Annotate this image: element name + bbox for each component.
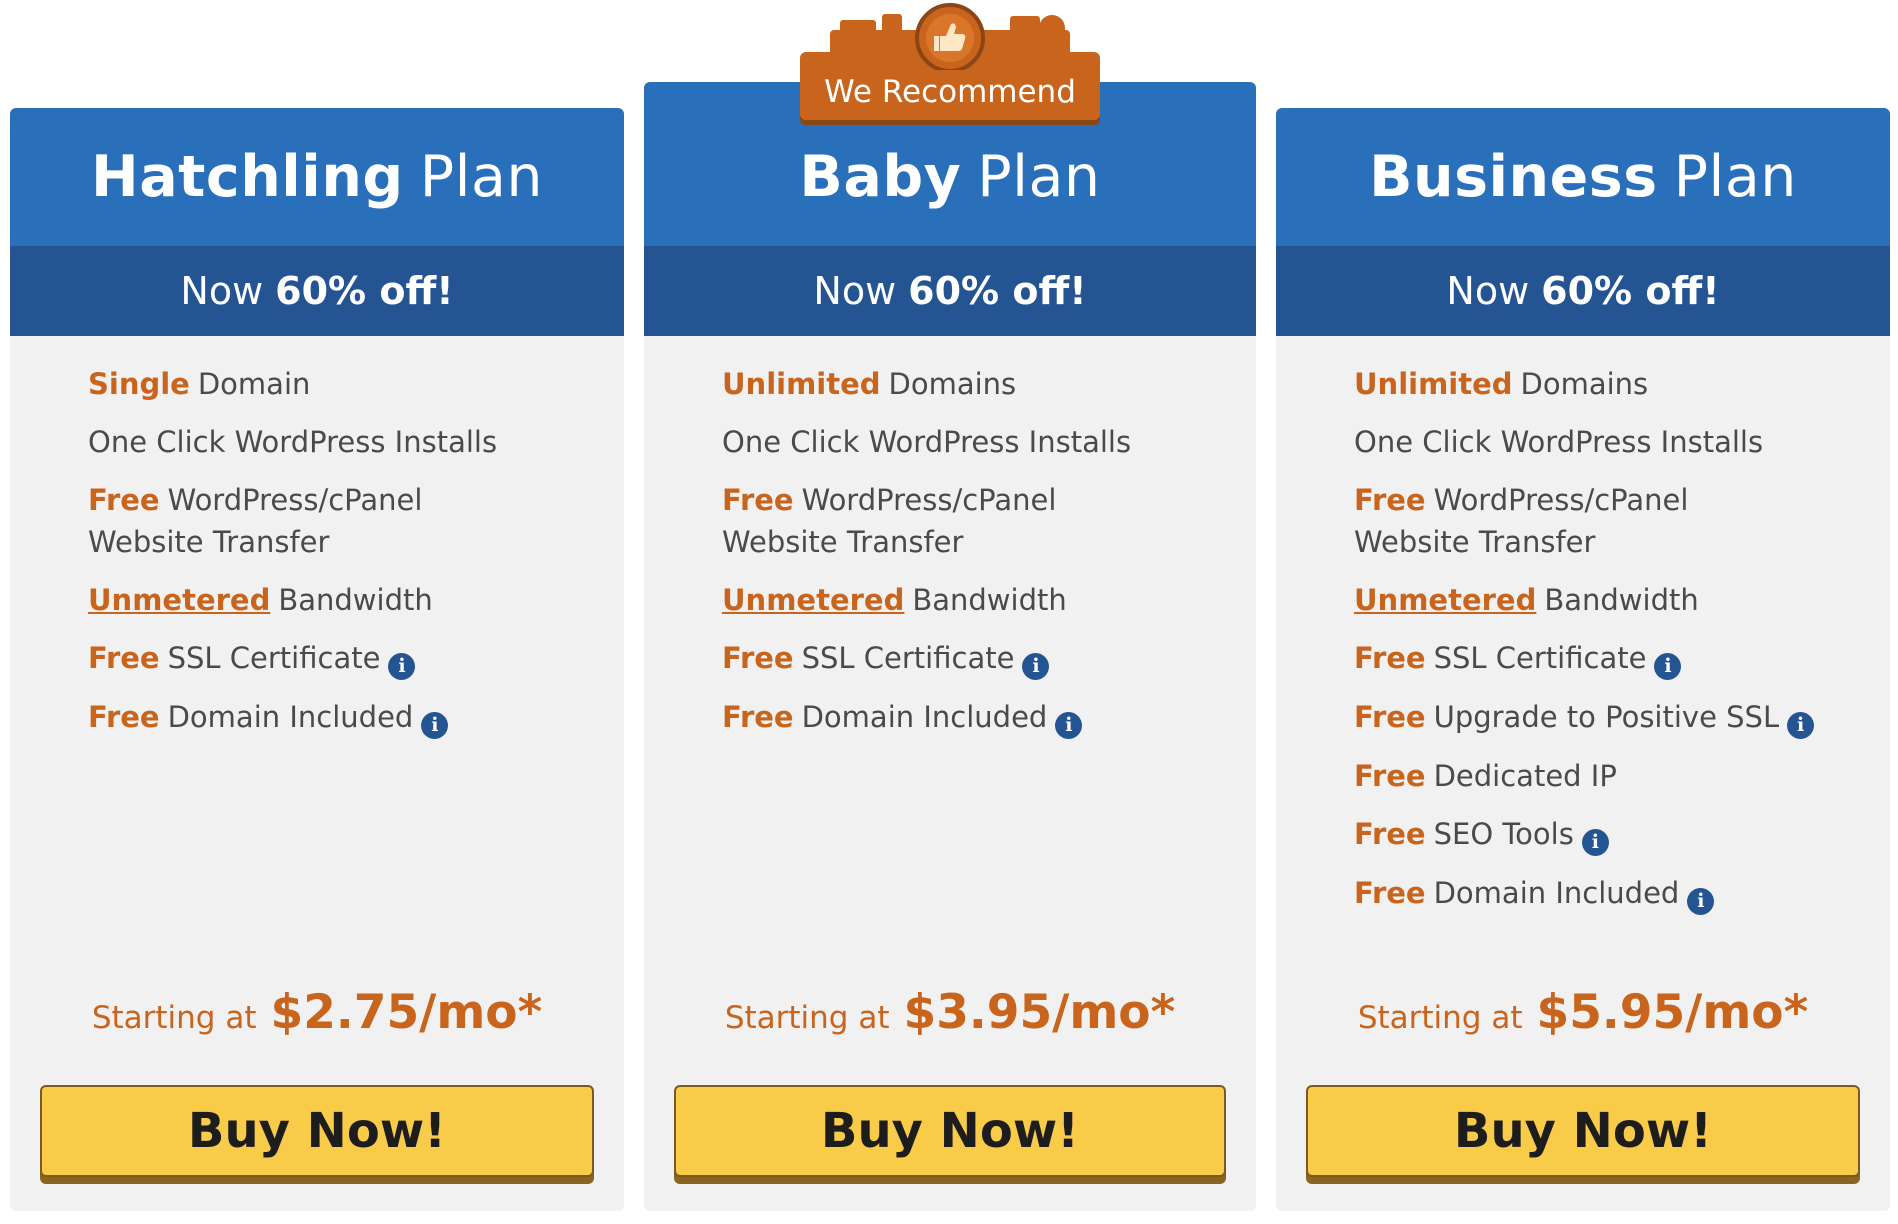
feature-list: Unlimited Domains One Click WordPress Ins… bbox=[722, 363, 1236, 755]
plan-name: Hatchling bbox=[90, 144, 404, 210]
info-icon[interactable]: i bbox=[1055, 712, 1083, 739]
unmetered-link[interactable]: Unmetered bbox=[88, 583, 270, 617]
price-amount: $5.95/mo* bbox=[1536, 985, 1809, 1040]
feature-item: Free SEO Tools i bbox=[1354, 813, 1870, 856]
info-icon[interactable]: i bbox=[1654, 653, 1682, 680]
feature-item: Free WordPress/cPanel Website Transfer bbox=[88, 483, 423, 559]
discount-banner: Now 60% off! bbox=[644, 246, 1256, 336]
feature-item: Unmetered Bandwidth bbox=[722, 583, 1067, 617]
plan-title: Business Plan bbox=[1276, 108, 1890, 246]
price-amount: $2.75/mo* bbox=[270, 985, 543, 1040]
price: Starting at $2.75/mo* bbox=[10, 985, 624, 1040]
buy-now-button[interactable]: Buy Now! bbox=[40, 1085, 594, 1177]
feature-item: One Click WordPress Installs bbox=[1354, 425, 1764, 459]
plan-title: Hatchling Plan bbox=[10, 108, 624, 246]
feature-item: Unmetered Bandwidth bbox=[88, 583, 433, 617]
info-icon[interactable]: i bbox=[388, 653, 416, 680]
info-icon[interactable]: i bbox=[1581, 829, 1609, 856]
discount-value: 60% off! bbox=[1541, 269, 1720, 313]
feature-list: Single Domain One Click WordPress Install… bbox=[88, 363, 604, 755]
discount-banner: Now 60% off! bbox=[10, 246, 624, 336]
discount-value: 60% off! bbox=[275, 269, 454, 313]
plan-name: Baby bbox=[799, 144, 962, 210]
feature-item: Free Domain Included i bbox=[1354, 872, 1870, 915]
feature-item: Free SSL Certificate i bbox=[722, 637, 1236, 680]
price-amount: $3.95/mo* bbox=[903, 985, 1176, 1040]
feature-item: Unmetered Bandwidth bbox=[1354, 583, 1699, 617]
plan-card-baby: Baby Plan Now 60% off! Unlimited Domains … bbox=[644, 82, 1256, 1211]
discount-banner: Now 60% off! bbox=[1276, 246, 1890, 336]
plan-suffix: Plan bbox=[1673, 144, 1797, 210]
recommend-label: We Recommend bbox=[824, 74, 1076, 110]
discount-prefix: Now bbox=[813, 269, 897, 313]
info-icon[interactable]: i bbox=[1787, 712, 1815, 739]
discount-prefix: Now bbox=[1446, 269, 1530, 313]
price: Starting at $3.95/mo* bbox=[644, 985, 1256, 1040]
plan-card-hatchling: Hatchling Plan Now 60% off! Single Domain… bbox=[10, 108, 624, 1211]
price-prefix: Starting at bbox=[91, 1000, 257, 1036]
plan-card-business: Business Plan Now 60% off! Unlimited Doma… bbox=[1276, 108, 1890, 1211]
plan-suffix: Plan bbox=[419, 144, 543, 210]
feature-item: One Click WordPress Installs bbox=[722, 425, 1132, 459]
feature-item: Free SSL Certificate i bbox=[88, 637, 604, 680]
plan-suffix: Plan bbox=[977, 144, 1101, 210]
feature-item: Free WordPress/cPanel Website Transfer bbox=[1354, 483, 1689, 559]
info-icon[interactable]: i bbox=[421, 712, 449, 739]
feature-item: Unlimited Domains bbox=[722, 367, 1017, 401]
feature-item: Free SSL Certificate i bbox=[1354, 637, 1870, 680]
price-prefix: Starting at bbox=[1357, 1000, 1523, 1036]
feature-item: Free Domain Included i bbox=[722, 696, 1236, 739]
feature-item: Free Domain Included i bbox=[88, 696, 604, 739]
unmetered-link[interactable]: Unmetered bbox=[1354, 583, 1536, 617]
unmetered-link[interactable]: Unmetered bbox=[722, 583, 904, 617]
plan-name: Business bbox=[1369, 144, 1658, 210]
price: Starting at $5.95/mo* bbox=[1276, 985, 1890, 1040]
feature-item: Free Upgrade to Positive SSL i bbox=[1354, 696, 1870, 739]
feature-item: Single Domain bbox=[88, 367, 311, 401]
price-prefix: Starting at bbox=[724, 1000, 890, 1036]
feature-item: Free Dedicated IP bbox=[1354, 759, 1617, 793]
feature-item: Unlimited Domains bbox=[1354, 367, 1649, 401]
discount-value: 60% off! bbox=[908, 269, 1087, 313]
feature-list: Unlimited Domains One Click WordPress Ins… bbox=[1354, 363, 1870, 931]
feature-item: One Click WordPress Installs bbox=[88, 425, 498, 459]
info-icon[interactable]: i bbox=[1022, 653, 1050, 680]
info-icon[interactable]: i bbox=[1687, 888, 1715, 915]
discount-prefix: Now bbox=[180, 269, 264, 313]
thumbs-up-icon bbox=[830, 3, 1070, 70]
buy-now-button[interactable]: Buy Now! bbox=[1306, 1085, 1860, 1177]
buy-now-button[interactable]: Buy Now! bbox=[674, 1085, 1226, 1177]
feature-item: Free WordPress/cPanel Website Transfer bbox=[722, 483, 1057, 559]
